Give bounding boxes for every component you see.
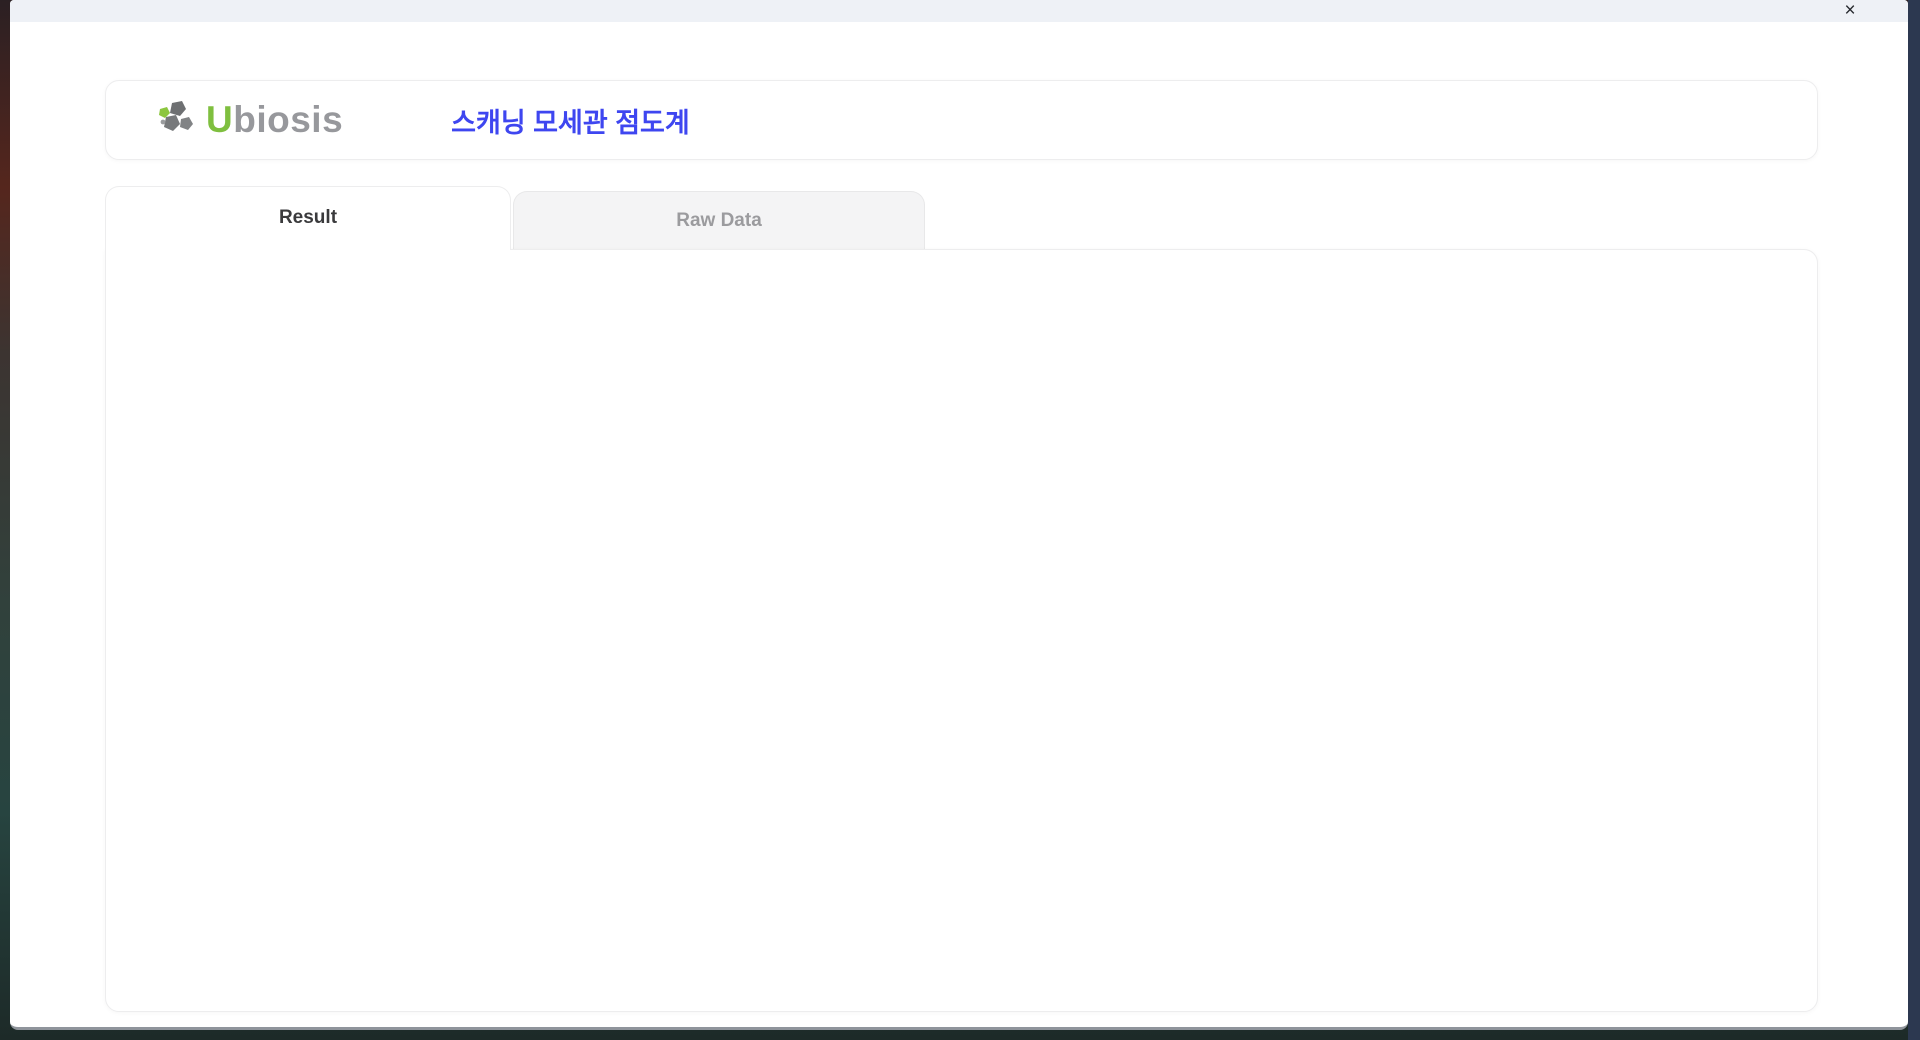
ubiosis-logo-text: Ubiosis (206, 99, 344, 140)
app-window: × Ubiosis 스캐닝 모세관 점도계 Result Raw Data i … (10, 0, 1908, 1030)
app-header: Ubiosis 스캐닝 모세관 점도계 (105, 80, 1818, 160)
close-icon[interactable]: × (1838, 0, 1862, 22)
ubiosis-logo-icon (159, 101, 193, 131)
content-panel (105, 249, 1818, 1012)
window-titlebar: × (10, 0, 1908, 22)
desktop-edge (1908, 0, 1920, 1040)
app-title: 스캐닝 모세관 점도계 (451, 107, 690, 138)
tab-raw-data[interactable]: Raw Data (513, 191, 925, 250)
tab-result[interactable]: Result (105, 186, 511, 250)
ubiosis-logo: Ubiosis (154, 97, 343, 143)
